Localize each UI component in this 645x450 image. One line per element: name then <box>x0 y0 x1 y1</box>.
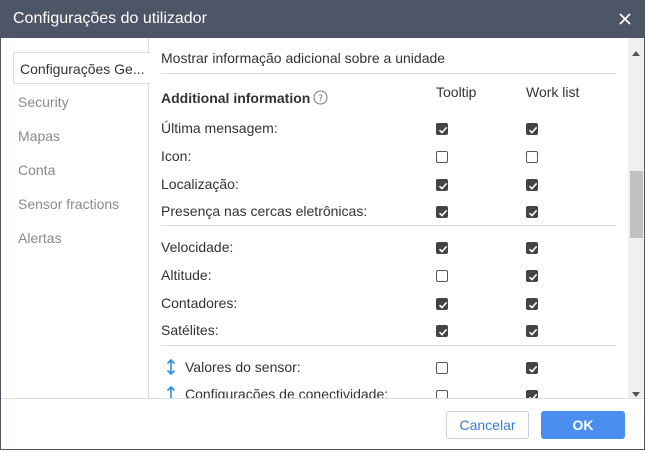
satellites-work-list-checkbox[interactable] <box>526 325 538 337</box>
settings-sidebar: Configurações Ge... Security Mapas Conta… <box>1 38 150 398</box>
sidebar-item-maps[interactable]: Mapas <box>1 120 149 152</box>
divider <box>161 73 616 74</box>
counters-tooltip-checkbox[interactable] <box>436 298 448 310</box>
scroll-down-icon[interactable] <box>632 385 640 397</box>
row-label: Configurações de conectividade: <box>185 386 389 398</box>
scrollbar-thumb[interactable] <box>630 171 643 238</box>
column-header-work-list: Work list <box>526 84 580 100</box>
sidebar-item-label: Mapas <box>18 128 61 144</box>
sidebar-item-alerts[interactable]: Alertas <box>1 222 149 254</box>
divider <box>161 345 616 346</box>
sidebar-item-general-settings[interactable]: Configurações Ge... <box>13 52 150 84</box>
altitude-work-list-checkbox[interactable] <box>526 270 538 282</box>
satellites-tooltip-checkbox[interactable] <box>436 325 448 337</box>
row-label: Satélites: <box>161 322 219 338</box>
row-label: Última mensagem: <box>161 120 278 136</box>
section-title: Mostrar informação adicional sobre a uni… <box>161 50 446 66</box>
row-label: Contadores: <box>161 295 238 311</box>
scroll-up-icon[interactable] <box>632 43 640 56</box>
sidebar-item-label: Sensor fractions <box>18 196 120 212</box>
additional-info-heading: Additional information <box>161 90 311 106</box>
sensor-values-tooltip-checkbox[interactable] <box>436 362 448 374</box>
geofences-tooltip-checkbox[interactable] <box>436 206 448 218</box>
sidebar-item-account[interactable]: Conta <box>1 154 149 186</box>
last-message-tooltip-checkbox[interactable] <box>436 123 448 135</box>
counters-work-list-checkbox[interactable] <box>526 298 538 310</box>
geofences-work-list-checkbox[interactable] <box>526 206 538 218</box>
sidebar-item-label: Alertas <box>18 230 62 246</box>
user-settings-dialog: Configurações do utilizador Configuraçõe… <box>0 0 645 450</box>
settings-content: Mostrar informação adicional sobre a uni… <box>149 38 628 398</box>
help-icon[interactable]: ? <box>313 90 328 105</box>
dialog-footer: Cancelar OK <box>1 398 644 449</box>
svg-text:?: ? <box>318 94 323 104</box>
up-arrow-icon[interactable] <box>165 385 177 398</box>
dialog-title: Configurações do utilizador <box>13 10 207 27</box>
connectivity-tooltip-checkbox[interactable] <box>436 390 448 398</box>
row-label: Icon: <box>161 148 192 164</box>
row-label: Velocidade: <box>161 239 234 255</box>
divider <box>161 225 616 226</box>
row-label: Localização: <box>161 176 239 192</box>
connectivity-work-list-checkbox[interactable] <box>526 390 538 398</box>
sidebar-item-security[interactable]: Security <box>1 86 149 118</box>
dialog-titlebar: Configurações do utilizador <box>1 1 644 38</box>
sidebar-item-label: Security <box>18 94 69 110</box>
vertical-arrows-icon[interactable] <box>165 358 177 376</box>
altitude-tooltip-checkbox[interactable] <box>436 270 448 282</box>
cancel-button[interactable]: Cancelar <box>446 411 529 439</box>
location-work-list-checkbox[interactable] <box>526 179 538 191</box>
icon-tooltip-checkbox[interactable] <box>436 151 448 163</box>
sidebar-item-label: Configurações Ge... <box>20 61 145 77</box>
sensor-values-work-list-checkbox[interactable] <box>526 362 538 374</box>
row-label: Valores do sensor: <box>185 359 301 375</box>
sidebar-item-sensor-fractions[interactable]: Sensor fractions <box>1 188 149 220</box>
icon-work-list-checkbox[interactable] <box>526 151 538 163</box>
row-label: Altitude: <box>161 267 212 283</box>
content-scrollbar[interactable] <box>628 38 644 398</box>
location-tooltip-checkbox[interactable] <box>436 179 448 191</box>
close-icon[interactable] <box>614 8 636 30</box>
last-message-work-list-checkbox[interactable] <box>526 123 538 135</box>
ok-button[interactable]: OK <box>541 411 625 439</box>
column-header-tooltip: Tooltip <box>436 84 477 100</box>
sidebar-item-label: Conta <box>18 162 56 178</box>
speed-work-list-checkbox[interactable] <box>526 242 538 254</box>
row-label: Presença nas cercas eletrônicas: <box>161 203 368 219</box>
speed-tooltip-checkbox[interactable] <box>436 242 448 254</box>
